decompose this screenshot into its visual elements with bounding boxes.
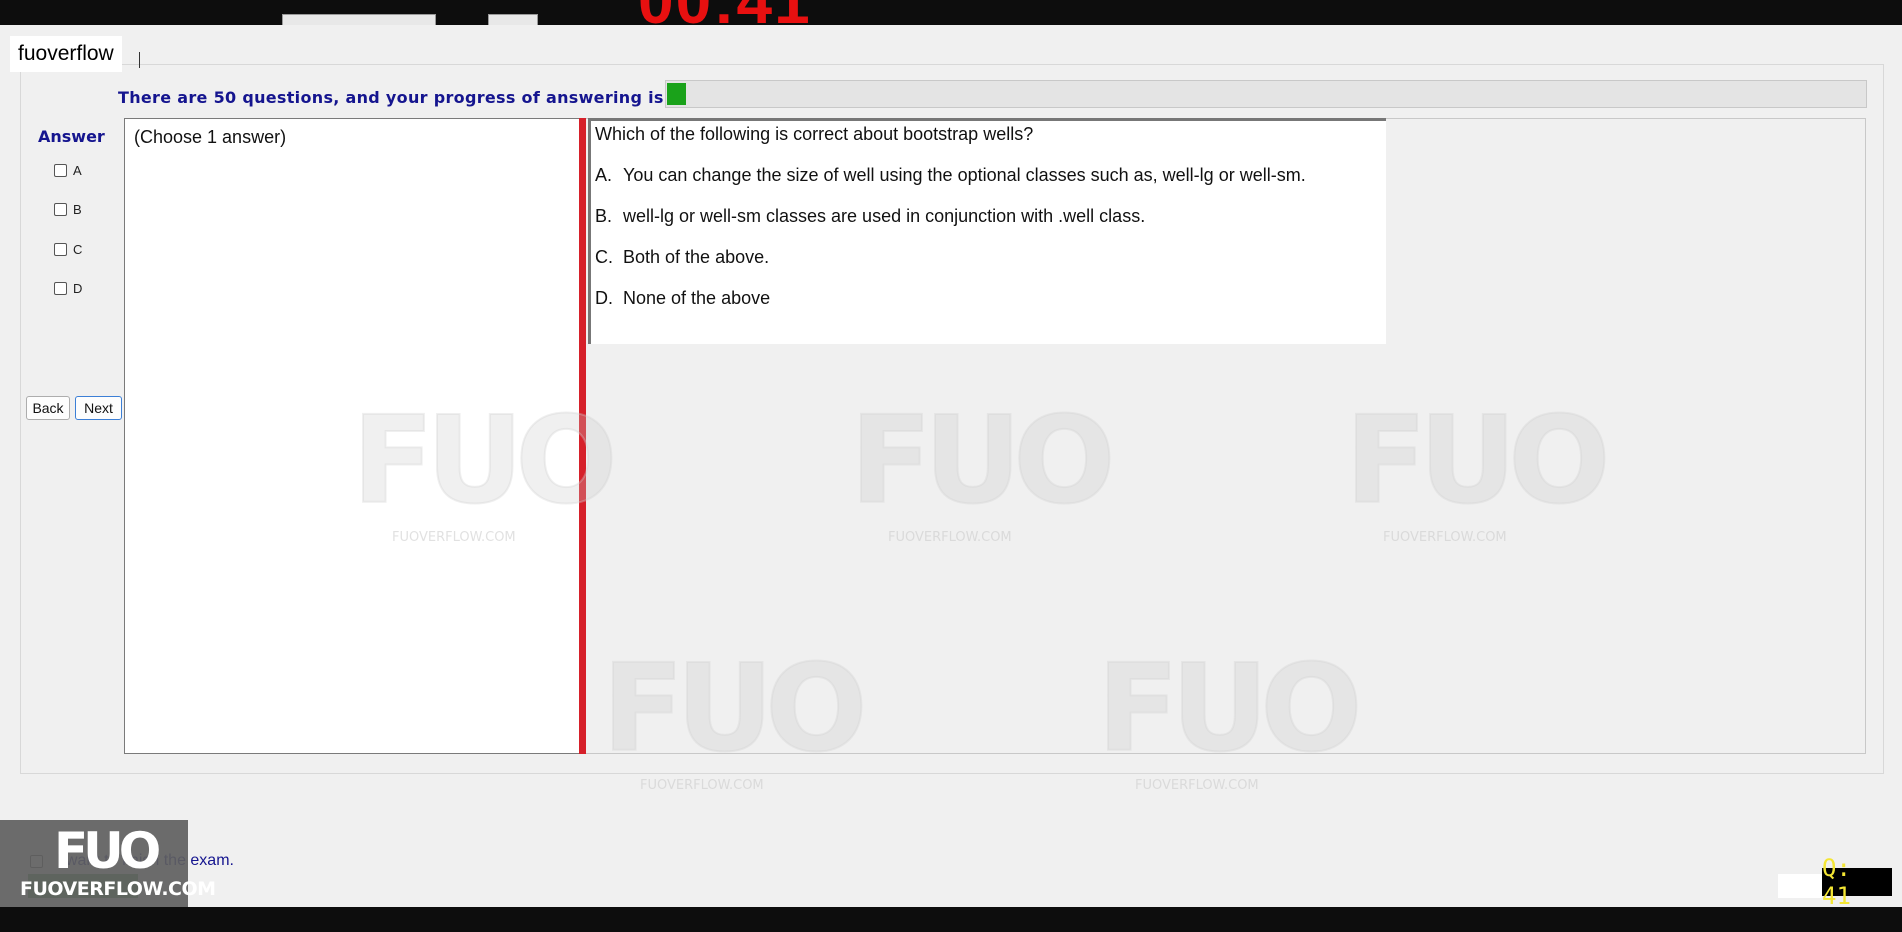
top-dropdown[interactable] [282, 14, 436, 25]
option-text: None of the above [623, 288, 771, 308]
watermark-logo: FUO [1344, 391, 1611, 532]
text-caret [139, 52, 140, 68]
answer-option-b-label: B [73, 202, 82, 217]
watermark-text: FUOVERFLOW.COM [1383, 530, 1507, 545]
checkbox-d[interactable] [54, 282, 67, 295]
watermark-logo: FUO [849, 391, 1116, 532]
checkbox-b[interactable] [54, 203, 67, 216]
watermark-text: FUOVERFLOW.COM [1135, 778, 1259, 793]
question-option-d: D. None of the above [595, 288, 770, 309]
fuo-logo: FUO FUOVERFLOW.COM [0, 820, 216, 907]
answer-option-d-label: D [73, 281, 83, 296]
answer-label: Answer [38, 127, 105, 146]
question-box: Which of the following is correct about … [588, 118, 1386, 344]
answer-option-d[interactable]: D [54, 281, 82, 296]
question-option-b: B. well-lg or well-sm classes are used in… [595, 206, 1145, 227]
answer-option-a-label: A [73, 163, 82, 178]
watermark-logo: FUO [1096, 639, 1363, 780]
answer-option-c[interactable]: C [54, 242, 82, 257]
question-option-a: A. You can change the size of well using … [595, 165, 1306, 186]
answer-option-a[interactable]: A [54, 163, 82, 178]
answer-option-c-label: C [73, 242, 83, 257]
watermark-text: FUOVERFLOW.COM [640, 778, 764, 793]
bottom-black-bar [0, 907, 1902, 932]
next-button[interactable]: Next [75, 396, 122, 420]
watermark-text: FUOVERFLOW.COM [888, 530, 1012, 545]
progress-bar [665, 80, 1867, 108]
option-letter: D. [595, 288, 613, 308]
watermark-text: FUOVERFLOW.COM [392, 530, 516, 545]
question-counter: Q: 41 [1822, 854, 1892, 910]
back-button[interactable]: Back [26, 396, 70, 420]
checkbox-c[interactable] [54, 243, 67, 256]
brand-label: fuoverflow [10, 36, 122, 72]
timer-clip: 00:41 [620, 0, 820, 25]
top-black-bar: 00:41 [0, 0, 1902, 25]
question-text: Which of the following is correct about … [595, 124, 1034, 144]
progress-text: There are 50 questions, and your progres… [118, 88, 664, 107]
countdown-timer: 00:41 [638, 0, 812, 25]
logo-mark: FUO [54, 822, 161, 880]
question-option-c: C. Both of the above. [595, 247, 769, 268]
option-letter: B. [595, 206, 613, 226]
counter-side-box [1778, 874, 1822, 898]
option-text: You can change the size of well using th… [623, 165, 1306, 185]
watermark-logo: FUO [601, 639, 868, 780]
progress-fill [667, 83, 687, 105]
option-text: well-lg or well-sm classes are used in c… [623, 206, 1146, 226]
top-small-dropdown[interactable] [488, 14, 538, 25]
option-text: Both of the above. [623, 247, 770, 267]
option-letter: A. [595, 165, 613, 185]
answer-option-b[interactable]: B [54, 202, 82, 217]
checkbox-a[interactable] [54, 164, 67, 177]
logo-site: FUOVERFLOW.COM [20, 878, 216, 900]
watermark-logo: FUO [351, 391, 618, 532]
choose-hint: (Choose 1 answer) [134, 127, 287, 147]
option-letter: C. [595, 247, 613, 267]
